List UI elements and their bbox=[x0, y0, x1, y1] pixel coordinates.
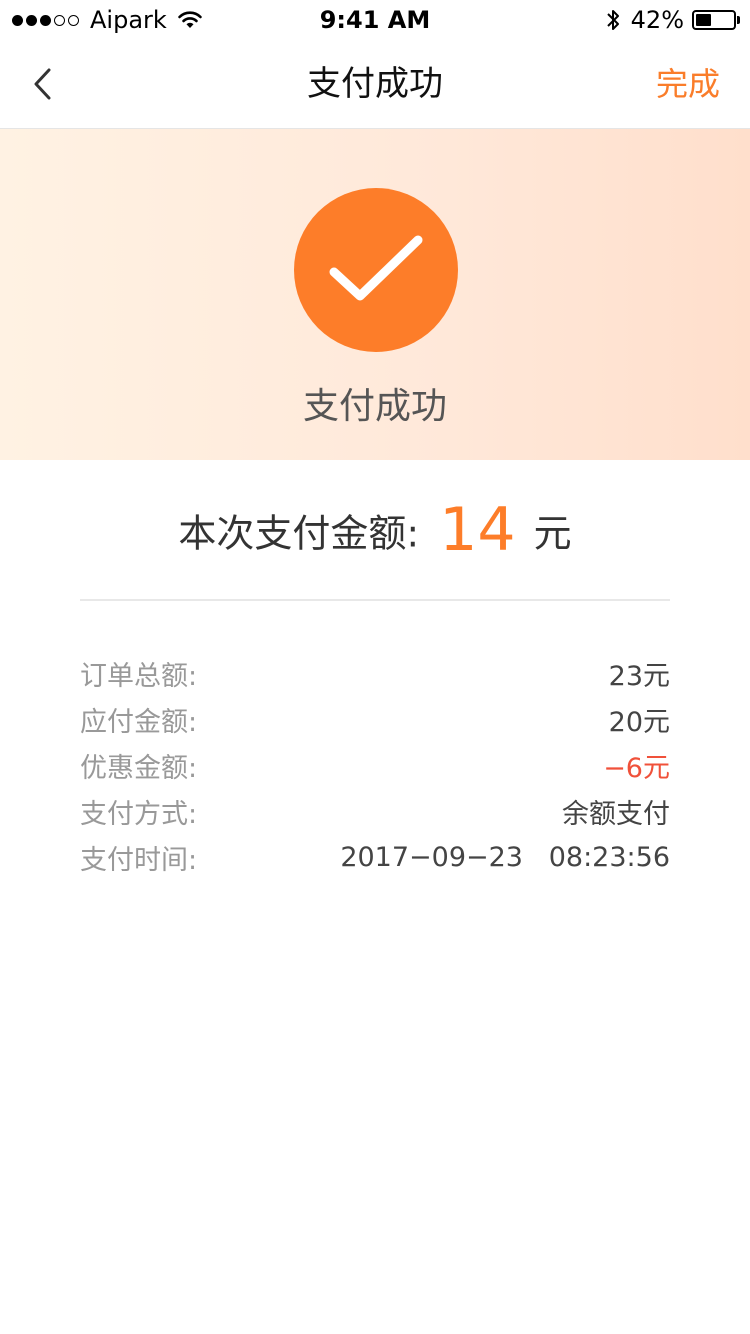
divider bbox=[80, 599, 670, 601]
amount-value: 14 bbox=[439, 495, 516, 565]
payment-details: 订单总额: 23元 应付金额: 20元 优惠金额: −6元 支付方式: 余额支付… bbox=[80, 650, 670, 880]
battery-fill bbox=[696, 14, 711, 26]
amount-unit: 元 bbox=[533, 511, 572, 556]
detail-row-order-total: 订单总额: 23元 bbox=[80, 650, 670, 696]
detail-value: 20元 bbox=[608, 706, 670, 738]
success-banner: 支付成功 bbox=[0, 129, 750, 460]
success-check-icon bbox=[294, 188, 458, 352]
navigation-bar: 支付成功 完成 bbox=[0, 40, 750, 129]
detail-row-payment-method: 支付方式: 余额支付 bbox=[80, 788, 670, 834]
battery-percent: 42% bbox=[630, 6, 684, 34]
detail-row-payment-time: 支付时间: 2017−09−23 08:23:56 bbox=[80, 834, 670, 880]
payment-amount: 本次支付金额: 14 元 bbox=[0, 495, 750, 565]
battery-cap bbox=[737, 16, 740, 24]
detail-value: 2017−09−23 08:23:56 bbox=[340, 841, 670, 873]
amount-label: 本次支付金额: bbox=[178, 511, 420, 556]
detail-row-discount: 优惠金额: −6元 bbox=[80, 742, 670, 788]
detail-value: 23元 bbox=[608, 660, 670, 692]
battery-icon bbox=[692, 10, 736, 30]
success-text: 支付成功 bbox=[302, 386, 447, 427]
detail-row-amount-due: 应付金额: 20元 bbox=[80, 696, 670, 742]
done-button[interactable]: 完成 bbox=[656, 62, 720, 106]
detail-label: 订单总额: bbox=[80, 660, 198, 692]
detail-label: 支付方式: bbox=[80, 798, 198, 830]
page-title: 支付成功 bbox=[307, 64, 443, 104]
bluetooth-icon bbox=[606, 10, 619, 30]
detail-label: 支付时间: bbox=[80, 844, 198, 876]
checkmark-icon bbox=[329, 235, 423, 301]
status-right: 42% bbox=[605, 6, 740, 34]
status-bar: Aipark 9:41 AM 42% bbox=[0, 0, 750, 40]
detail-value-discount: −6元 bbox=[603, 752, 670, 784]
detail-label: 优惠金额: bbox=[80, 752, 198, 784]
detail-label: 应付金额: bbox=[80, 706, 198, 738]
detail-value: 余额支付 bbox=[562, 798, 670, 830]
